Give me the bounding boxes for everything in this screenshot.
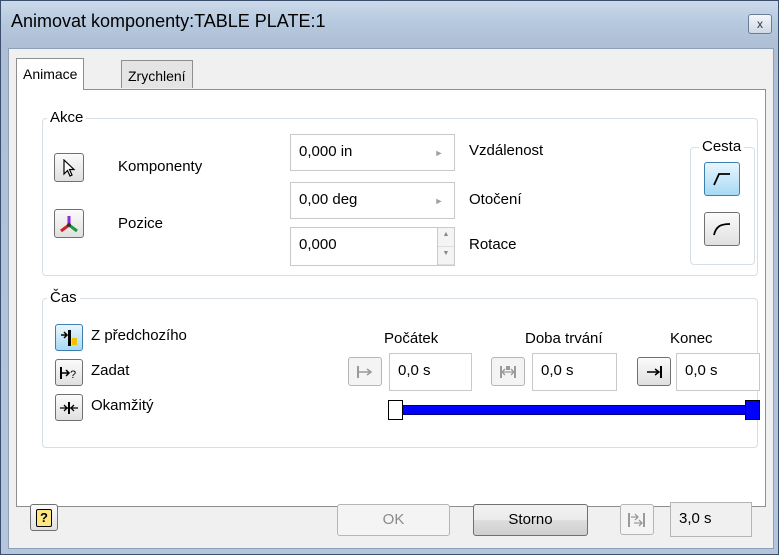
components-select-button[interactable] [54, 153, 84, 182]
spin-up-icon[interactable]: ▲ [438, 228, 454, 247]
dialog-client: Animace Zrychlení Akce Komponenty Pozice… [8, 48, 774, 549]
distance-field[interactable]: 0,000 in ► [290, 134, 455, 171]
specify-icon: ? [60, 366, 76, 381]
timeline-slider[interactable] [388, 400, 760, 420]
instantaneous-icon [60, 401, 78, 414]
end-time-field[interactable]: 0,0 s [676, 353, 760, 391]
timeline-bar [396, 405, 752, 415]
timeline-end-handle[interactable] [745, 400, 760, 420]
svg-text:?: ? [70, 369, 76, 381]
duration-time-value: 0,0 s [541, 362, 574, 379]
distance-value: 0,000 in [299, 143, 353, 160]
close-button[interactable]: x [748, 14, 772, 34]
duration-button[interactable] [491, 357, 525, 386]
tab-animace-label: Animace [23, 66, 78, 82]
ok-button-label: OK [382, 511, 405, 528]
title-bar[interactable]: Animovat komponenty:TABLE PLATE:1 x [1, 1, 778, 49]
components-label: Komponenty [118, 158, 203, 175]
tab-animace[interactable]: Animace [16, 58, 85, 90]
rotation-angle-value: 0,00 deg [299, 191, 358, 208]
from-previous-button[interactable] [55, 324, 83, 351]
path-curved-button[interactable] [704, 212, 740, 246]
dialog-window: Animovat komponenty:TABLE PLATE:1 x Anim… [0, 0, 779, 555]
duration-icon [500, 365, 516, 378]
start-time-value: 0,0 s [398, 362, 431, 379]
position-label: Pozice [118, 215, 164, 232]
ok-button[interactable]: OK [337, 504, 450, 536]
total-time-field: 3,0 s [670, 502, 752, 537]
distance-label: Vzdálenost [469, 142, 544, 159]
cancel-button[interactable]: Storno [473, 504, 588, 536]
start-button[interactable] [348, 357, 382, 386]
start-label: Počátek [384, 330, 439, 347]
start-time-field[interactable]: 0,0 s [389, 353, 472, 391]
path-group-label: Cesta [699, 138, 745, 155]
rotation-angle-label: Otočení [469, 191, 522, 208]
from-previous-label: Z předchozího [91, 327, 187, 344]
rotations-spinner[interactable]: ▲ ▼ [437, 228, 454, 265]
path-linear-button[interactable] [704, 162, 740, 196]
window-title: Animovat komponenty:TABLE PLATE:1 [11, 11, 326, 31]
rotation-angle-field[interactable]: 0,00 deg ► [290, 182, 455, 219]
help-icon: ? [36, 508, 52, 527]
cancel-button-label: Storno [508, 511, 553, 528]
distance-arrow-icon[interactable]: ► [424, 135, 454, 170]
duration-label: Doba trvání [525, 330, 603, 347]
specify-label: Zadat [91, 362, 130, 379]
from-previous-icon [61, 329, 77, 346]
curved-path-icon [713, 223, 731, 236]
rotations-value: 0,000 [299, 236, 337, 253]
instantaneous-label: Okamžitý [91, 397, 154, 414]
tab-zrychleni-label: Zrychlení [128, 68, 186, 84]
end-button[interactable] [637, 357, 671, 386]
duration-time-field[interactable]: 0,0 s [532, 353, 617, 391]
animace-panel: Akce Komponenty Pozice 0,000 in ► Vzdále… [16, 89, 766, 507]
spin-down-icon[interactable]: ▼ [438, 247, 454, 265]
end-time-value: 0,0 s [685, 362, 718, 379]
position-select-button[interactable] [54, 209, 84, 238]
apply-icon [628, 512, 645, 527]
apply-button[interactable] [620, 504, 654, 535]
close-icon: x [757, 17, 763, 31]
cursor-arrow-icon [63, 158, 76, 177]
linear-path-icon [713, 173, 730, 186]
tab-zrychleni[interactable]: Zrychlení [121, 60, 193, 88]
specify-button[interactable]: ? [55, 359, 83, 386]
rotations-field[interactable]: 0,000 ▲ ▼ [290, 227, 455, 266]
end-marker-icon [647, 365, 662, 378]
help-button[interactable]: ? [30, 504, 58, 531]
akce-group-label: Akce [47, 109, 87, 126]
cas-group-label: Čas [47, 289, 80, 306]
rotations-label: Rotace [469, 236, 517, 253]
total-time-value: 3,0 s [679, 510, 712, 527]
rotation-angle-arrow-icon[interactable]: ► [424, 183, 454, 218]
end-label: Konec [670, 330, 713, 347]
position-axes-icon [60, 215, 78, 232]
timeline-start-handle[interactable] [388, 400, 403, 420]
start-marker-icon [357, 365, 373, 378]
instantaneous-button[interactable] [55, 394, 83, 421]
